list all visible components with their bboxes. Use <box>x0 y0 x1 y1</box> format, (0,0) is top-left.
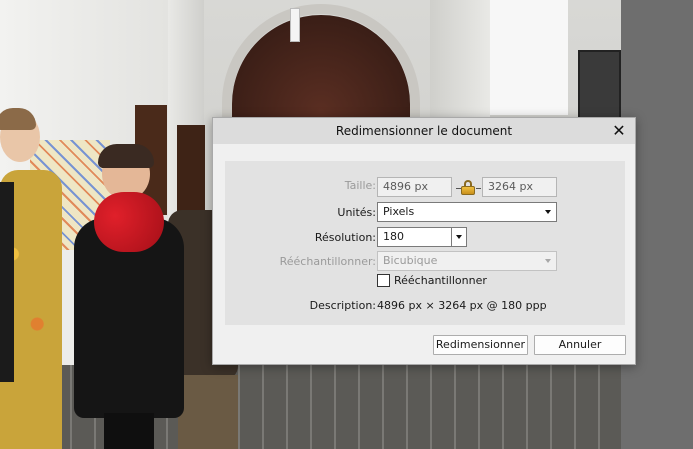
photo-person-left <box>0 108 62 449</box>
height-field[interactable]: 3264 px <box>482 177 557 197</box>
units-label: Unités: <box>337 206 376 219</box>
dialog-content: Taille: 4896 px 3264 px Unités: Pixels R… <box>225 161 625 325</box>
resolution-label: Résolution: <box>314 231 376 244</box>
dialog-title: Redimensionner le document <box>335 124 513 138</box>
resample-value: Bicubique <box>383 254 438 267</box>
close-icon[interactable]: ✕ <box>609 121 629 141</box>
link-dash-right <box>476 188 481 189</box>
dialog-titlebar[interactable]: Redimensionner le document ✕ <box>213 118 635 144</box>
description-label: Description: <box>309 299 376 312</box>
chevron-down-icon <box>545 259 551 263</box>
photo-person-center <box>74 144 184 449</box>
photo-window <box>488 0 568 115</box>
units-value: Pixels <box>383 205 415 218</box>
width-field[interactable]: 4896 px <box>377 177 452 197</box>
size-label: Taille: <box>344 179 376 192</box>
photo-picture-frame <box>578 50 621 120</box>
resample-checkbox[interactable] <box>377 274 390 287</box>
resample-select[interactable]: Bicubique <box>377 251 557 271</box>
resolution-field[interactable]: 180 <box>377 227 467 247</box>
resample-checkbox-label[interactable]: Rééchantillonner <box>394 274 487 287</box>
photo-light-fixture <box>290 8 300 42</box>
resample-label: Rééchantillonner: <box>279 255 376 268</box>
chevron-down-icon <box>456 235 462 239</box>
padlock-icon[interactable] <box>461 180 475 196</box>
description-value: 4896 px × 3264 px @ 180 ppp <box>377 299 547 312</box>
resolution-dropdown-button[interactable] <box>451 228 466 246</box>
units-select[interactable]: Pixels <box>377 202 557 222</box>
resolution-value: 180 <box>383 230 404 243</box>
resize-button[interactable]: Redimensionner <box>433 335 528 355</box>
resize-document-dialog: Redimensionner le document ✕ Taille: 489… <box>212 117 636 365</box>
chevron-down-icon <box>545 210 551 214</box>
cancel-button[interactable]: Annuler <box>534 335 626 355</box>
